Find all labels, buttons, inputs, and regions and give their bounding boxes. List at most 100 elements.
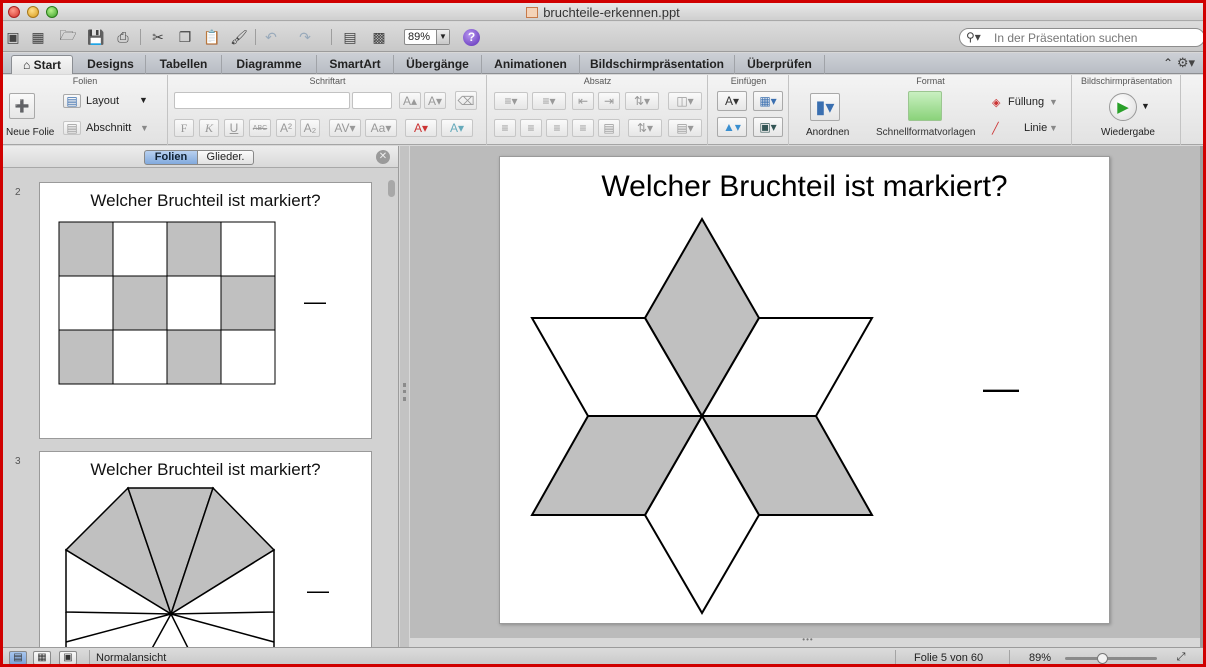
align-left-icon[interactable]: ≡ [494, 119, 516, 137]
collapse-ribbon-icon[interactable]: ⌃ [1163, 56, 1173, 70]
text-effects-icon[interactable]: A▾ [441, 119, 473, 137]
new-slide-label[interactable]: Neue Folie [6, 127, 54, 138]
gallery-icon[interactable]: ▦ [28, 27, 48, 47]
zoom-slider[interactable] [1065, 653, 1157, 664]
save-icon[interactable]: 💾 [86, 27, 106, 47]
line-icon[interactable]: ╱ [992, 122, 999, 135]
play-icon[interactable]: ▶ [1109, 93, 1137, 121]
slide-thumbnail-2[interactable]: Welcher Bruchteil ist markiert? — [39, 182, 372, 439]
fill-button[interactable]: Füllung [1008, 96, 1044, 108]
play-from-start-button[interactable]: Wiedergabe [1101, 127, 1155, 138]
section-icon[interactable]: ▤ [63, 121, 81, 135]
tab-outline[interactable]: Glieder. [198, 150, 254, 165]
tab-start[interactable]: ⌂ Start [11, 55, 73, 74]
media-icon[interactable]: ▣▾ [753, 117, 783, 137]
new-slide-icon[interactable]: ➕ [9, 93, 35, 119]
numbering-icon[interactable]: ≡▾ [532, 92, 566, 110]
underline-button[interactable]: U [224, 119, 244, 137]
open-folder-icon[interactable]: 🗁 [58, 27, 78, 47]
help-button[interactable]: ? [463, 29, 480, 46]
italic-button[interactable]: K [199, 119, 219, 137]
text-align-vertical-icon[interactable]: ▤▾ [668, 119, 702, 137]
new-icon[interactable]: ▣ [3, 27, 23, 47]
paste-icon[interactable]: 📋 [202, 27, 222, 47]
align-center-icon[interactable]: ≡ [520, 119, 542, 137]
tab-slides[interactable]: Folien [144, 150, 198, 165]
tab-ueberpruefen[interactable]: Überprüfen [735, 55, 825, 74]
align-right-icon[interactable]: ≡ [546, 119, 568, 137]
normal-view-icon[interactable]: ▤ [9, 651, 27, 664]
tab-uebergaenge[interactable]: Übergänge [394, 55, 482, 74]
change-case-icon[interactable]: Aa▾ [365, 119, 397, 137]
format-painter-icon[interactable]: 🖌 [229, 27, 249, 47]
fit-to-window-icon[interactable]: ⤢ [1173, 651, 1189, 664]
decrease-indent-icon[interactable]: ⇤ [572, 92, 594, 110]
justify-icon[interactable]: ≡ [572, 119, 594, 137]
bold-button[interactable]: F [174, 119, 194, 137]
line-button[interactable]: Linie [1024, 122, 1047, 134]
current-slide[interactable]: Welcher Bruchteil ist markiert? — [499, 156, 1110, 624]
scrollbar[interactable] [1200, 146, 1203, 647]
quick-styles-button[interactable]: Schnellformatvorlagen [876, 127, 976, 138]
layout-icon[interactable]: ▤ [63, 94, 81, 108]
redo-icon[interactable]: ↷ [295, 27, 315, 47]
text-box-icon[interactable]: A▾ [717, 91, 747, 111]
shrink-font-icon[interactable]: A▾ [424, 92, 446, 109]
fill-icon[interactable]: ◈ [992, 96, 1000, 109]
layout-button[interactable]: Layout [86, 95, 119, 107]
tab-diagramme[interactable]: Diagramme [222, 55, 317, 74]
strikethrough-button[interactable]: ABC [249, 119, 271, 137]
gear-icon[interactable]: ⚙▾ [1177, 55, 1195, 71]
close-icon[interactable]: ✕ [376, 150, 390, 164]
font-name-combobox[interactable] [174, 92, 350, 109]
section-button[interactable]: Abschnitt [86, 122, 131, 134]
undo-icon[interactable]: ↶ [261, 27, 281, 47]
slide-thumbnail-3[interactable]: Welcher Bruchteil ist markiert? — [39, 451, 372, 651]
slide-sorter-icon[interactable]: ▤ [340, 27, 360, 47]
tab-bildschirmpraesentation[interactable]: Bildschirmpräsentation [580, 55, 735, 74]
chevron-down-icon[interactable]: ▼ [1141, 101, 1150, 111]
arrange-button[interactable]: Anordnen [806, 127, 849, 138]
increase-indent-icon[interactable]: ⇥ [598, 92, 620, 110]
search-field[interactable]: ⚲▾ In der Präsentation suchen [959, 28, 1203, 47]
superscript-button[interactable]: A² [276, 119, 296, 137]
slide-sorter-view-icon[interactable]: ▦ [33, 651, 51, 664]
empty-cell [166, 275, 222, 331]
group-title: Absatz [583, 76, 612, 86]
answer-line[interactable]: — [983, 367, 1019, 408]
shape-icon[interactable]: ▲▾ [717, 117, 747, 137]
scrollbar[interactable] [388, 180, 395, 197]
subscript-button[interactable]: A₂ [300, 119, 320, 137]
tab-tabellen[interactable]: Tabellen [146, 55, 222, 74]
chevron-down-icon[interactable]: ▼ [1049, 97, 1058, 107]
slide-position-label: Folie 5 von 60 [914, 652, 984, 664]
toolbox-icon[interactable]: ▩ [369, 27, 389, 47]
slideshow-view-icon[interactable]: ▣ [59, 651, 77, 664]
tab-smartart[interactable]: SmartArt [317, 55, 394, 74]
resize-grip[interactable]: ••• [793, 636, 823, 644]
picture-icon[interactable]: ▦▾ [753, 91, 783, 111]
chevron-down-icon[interactable]: ▼ [139, 95, 148, 105]
print-icon[interactable]: ⎙ [113, 27, 133, 47]
arrange-icon[interactable]: ▮▾ [810, 93, 840, 121]
bullets-icon[interactable]: ≡▾ [494, 92, 528, 110]
grow-font-icon[interactable]: A▴ [399, 92, 421, 109]
chevron-down-icon[interactable]: ▼ [1049, 123, 1058, 133]
distribute-icon[interactable]: ▤ [598, 119, 620, 137]
cut-icon[interactable]: ✂ [148, 27, 168, 47]
line-spacing-icon[interactable]: ⇅▾ [625, 92, 659, 110]
font-size-combobox[interactable] [352, 92, 392, 109]
font-color-icon[interactable]: A▾ [405, 119, 437, 137]
text-direction-icon[interactable]: ⇅▾ [628, 119, 662, 137]
columns-icon[interactable]: ◫▾ [668, 92, 702, 110]
quick-styles-icon[interactable] [908, 91, 942, 121]
chevron-down-icon[interactable]: ▼ [140, 123, 149, 133]
zoom-slider-knob[interactable] [1096, 653, 1108, 664]
pane-splitter[interactable] [400, 146, 409, 647]
tab-animationen[interactable]: Animationen [482, 55, 580, 74]
copy-icon[interactable]: ❐ [175, 27, 195, 47]
char-spacing-icon[interactable]: AV▾ [329, 119, 361, 137]
tab-designs[interactable]: Designs [76, 55, 146, 74]
zoom-select[interactable]: 89% ▼ [404, 29, 450, 45]
clear-formatting-icon[interactable]: ⌫ [455, 91, 477, 110]
